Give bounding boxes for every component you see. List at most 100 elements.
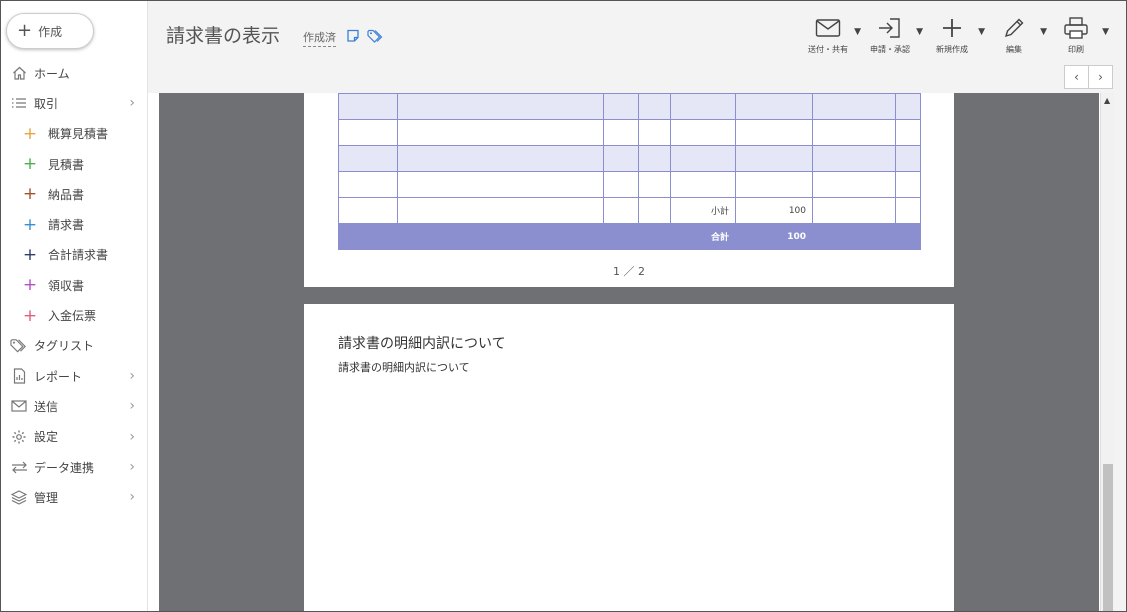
sidebar-item[interactable]: レポート › <box>1 361 147 391</box>
table-cell <box>638 93 671 120</box>
print-label: 印刷 <box>1068 45 1084 54</box>
sidebar-item[interactable]: 取引 › <box>1 88 147 118</box>
chevron-right-icon: › <box>129 428 135 445</box>
sidebar-item-label: 見積書 <box>48 157 85 172</box>
table-cell <box>812 197 896 224</box>
viewer-scrollbar[interactable]: ▲ <box>1100 93 1115 611</box>
sidebar-item-label: 請求書 <box>48 218 85 233</box>
table-cell <box>895 93 921 120</box>
sidebar-item[interactable]: 送信 › <box>1 391 147 421</box>
table-cell <box>895 145 921 172</box>
table-cell <box>670 93 736 120</box>
create-button[interactable]: + 作成 <box>6 13 94 49</box>
table-row: 合計 100 <box>338 223 921 250</box>
scroll-up-icon[interactable]: ▲ <box>1104 96 1110 105</box>
report-icon <box>10 368 28 384</box>
plus-icon: + <box>17 20 33 41</box>
table-cell <box>603 171 639 198</box>
sidebar-item-label: ホーム <box>34 66 70 81</box>
mail-icon <box>10 398 28 414</box>
sidebar-item[interactable]: + 見積書 <box>1 149 147 179</box>
sidebar-nav: ホーム 取引 › + 概算見積書 + 見積書 + 納品書 + 請求書 + 合計請求書 + 領収書 + 入金伝票タ… <box>1 58 147 512</box>
table-cell <box>812 223 896 250</box>
scrollbar-thumb[interactable] <box>1103 464 1113 611</box>
section-title: 請求書の明細内訳について <box>338 336 506 352</box>
print-button[interactable]: 印刷 ▼ <box>1045 15 1109 59</box>
table-cell <box>895 223 921 250</box>
right-gutter <box>1114 93 1126 611</box>
sidebar-item[interactable]: + 領収書 <box>1 270 147 300</box>
table-cell <box>812 93 896 120</box>
sidebar-item-label: 概算見積書 <box>48 127 109 142</box>
chevron-down-icon[interactable]: ▼ <box>1102 27 1109 37</box>
table-cell <box>397 171 604 198</box>
table-row <box>338 145 921 172</box>
new-create-label: 新規作成 <box>936 45 968 54</box>
table-cell <box>397 223 604 250</box>
table-cell <box>638 145 671 172</box>
sidebar-item[interactable]: 管理 › <box>1 482 147 512</box>
table-cell: 合計 <box>670 223 736 250</box>
table-cell <box>895 171 921 198</box>
table-cell <box>603 223 639 250</box>
table-cell <box>397 145 604 172</box>
table-cell <box>812 119 896 146</box>
plus-icon: + <box>22 305 38 326</box>
sidebar-item[interactable]: + 合計請求書 <box>1 240 147 270</box>
table-row: 小計 100 <box>338 197 921 224</box>
table-cell <box>670 171 736 198</box>
table-cell <box>338 93 398 120</box>
list-icon <box>10 95 28 111</box>
sidebar-item-label: 合計請求書 <box>48 248 109 263</box>
sidebar-item-label: 入金伝票 <box>48 309 97 324</box>
sidebar-item[interactable]: タグリスト <box>1 331 147 361</box>
table-cell <box>670 145 736 172</box>
table-cell <box>603 93 639 120</box>
sidebar-item[interactable]: + 入金伝票 <box>1 300 147 330</box>
table-cell <box>638 197 671 224</box>
sidebar-item[interactable]: + 概算見積書 <box>1 119 147 149</box>
login-icon <box>877 15 903 41</box>
next-page-button[interactable]: › <box>1089 65 1113 89</box>
table-cell <box>735 119 813 146</box>
sidebar-item[interactable]: + 納品書 <box>1 179 147 209</box>
note-icon[interactable] <box>346 28 360 47</box>
sidebar-item[interactable]: ホーム <box>1 58 147 88</box>
sidebar-item[interactable]: データ連携 › <box>1 452 147 482</box>
table-cell <box>338 223 398 250</box>
document-viewer[interactable]: 小計 100 合計 100 1 ／ 2 請求書の明細内訳について 請求書の明細内訳につ… <box>159 93 1099 611</box>
table-cell <box>338 197 398 224</box>
tag-icon[interactable] <box>367 28 384 47</box>
edit-label: 編集 <box>1006 45 1022 54</box>
sidebar-item-label: タグリスト <box>34 339 95 354</box>
send-share-button[interactable]: 送付・共有 ▼ <box>797 15 861 59</box>
table-cell <box>397 93 604 120</box>
layers-icon <box>10 489 28 505</box>
plus-icon: + <box>22 154 38 175</box>
plus-icon: + <box>22 123 38 144</box>
table-row <box>338 119 921 146</box>
table-cell <box>397 119 604 146</box>
table-cell <box>638 171 671 198</box>
chevron-right-icon: › <box>129 398 135 415</box>
edit-button[interactable]: 編集 ▼ <box>983 15 1047 59</box>
sidebar-item[interactable]: 設定 › <box>1 422 147 452</box>
table-cell <box>638 223 671 250</box>
new-create-button[interactable]: 新規作成 ▼ <box>921 15 985 59</box>
plus-icon: + <box>22 275 38 296</box>
apply-approve-label: 申請・承認 <box>870 45 910 54</box>
table-cell <box>735 93 813 120</box>
pencil-icon <box>1002 15 1026 41</box>
prev-page-button[interactable]: ‹ <box>1064 65 1089 89</box>
home-icon <box>10 65 28 81</box>
apply-approve-button[interactable]: 申請・承認 ▼ <box>859 15 923 59</box>
tag-icon <box>10 338 28 354</box>
sync-icon <box>10 459 28 475</box>
table-cell <box>603 119 639 146</box>
status-badge[interactable]: 作成済 <box>303 29 336 47</box>
table-row <box>338 93 921 120</box>
table-cell: 100 <box>735 223 813 250</box>
toolbar: 送付・共有 ▼ 申請・承認 ▼ 新規作成 ▼ 編集 ▼ 印刷 ▼ <box>797 15 1109 59</box>
sidebar-item[interactable]: + 請求書 <box>1 209 147 239</box>
sidebar-item-label: 取引 <box>34 96 59 111</box>
